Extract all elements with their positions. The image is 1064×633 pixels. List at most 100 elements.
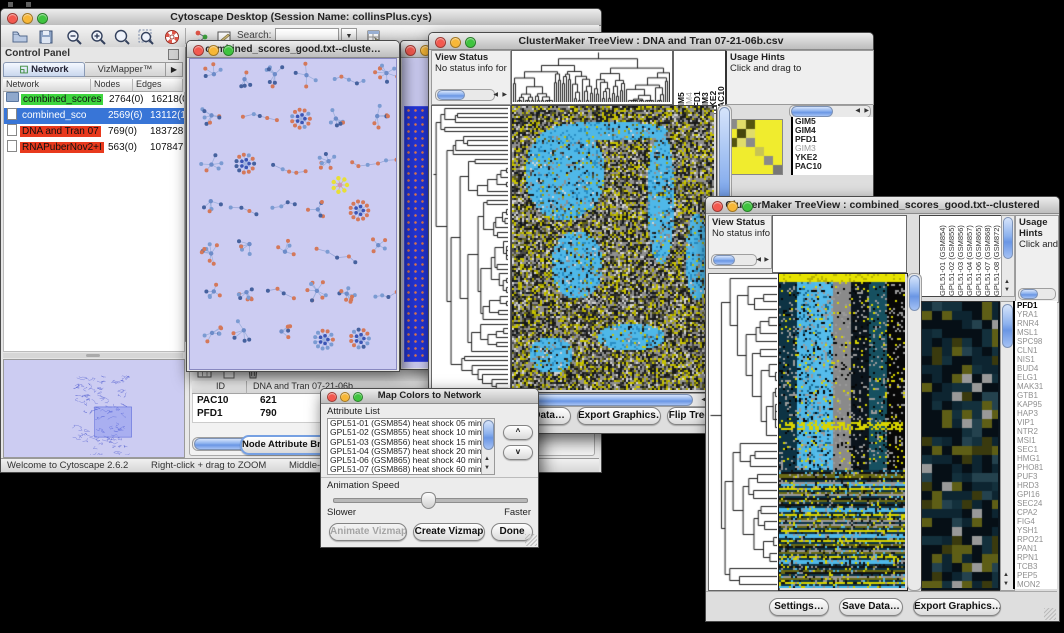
gene-label[interactable]: MON2 — [1017, 580, 1057, 589]
zoom-button[interactable] — [223, 45, 234, 56]
panel-splitter[interactable] — [3, 353, 183, 358]
gene-label[interactable]: SEC1 — [1017, 445, 1057, 454]
tv1-heatmap[interactable] — [511, 105, 717, 393]
tv2-usage-scrollbar[interactable] — [1018, 288, 1056, 300]
gene-label[interactable]: SEC24 — [1017, 499, 1057, 508]
tv2-export-graphics-button[interactable]: Export Graphics… — [913, 598, 1001, 616]
network-list-row[interactable]: combined_scores 2764(0) 16218(0) — [4, 92, 184, 108]
tab-vizmapper[interactable]: VizMapper™ — [85, 62, 166, 77]
gene-label[interactable]: HMG1 — [1017, 454, 1057, 463]
network-overview[interactable] — [3, 359, 185, 458]
gene-label[interactable]: GIM4 — [795, 126, 873, 135]
tv2-status-scrollbar[interactable] — [711, 254, 757, 266]
gene-label[interactable]: YKE2 — [795, 153, 873, 162]
network1-canvas[interactable] — [189, 58, 397, 370]
column-label[interactable]: GPL51-08 (GSM872) — [992, 216, 1001, 296]
network-list-row[interactable]: combined_sco 2569(6) 13112(15) — [4, 108, 184, 124]
column-label[interactable]: GPL51-07 (GSM868) — [983, 216, 992, 296]
close-button[interactable] — [435, 37, 446, 48]
network-list-row[interactable]: RNAPuberNov2+I 563(0) 107847(0) — [4, 140, 184, 156]
tab-overflow-arrow[interactable]: ▶ — [166, 62, 183, 77]
tv1-column-dendrogram[interactable] — [511, 50, 673, 105]
main-titlebar[interactable]: Cytoscape Desktop (Session Name: collins… — [1, 9, 601, 26]
gene-label[interactable]: RPN1 — [1017, 553, 1057, 562]
move-down-button[interactable]: v — [503, 445, 533, 460]
gene-label[interactable]: YRA1 — [1017, 310, 1057, 319]
float-panel-icon[interactable] — [168, 49, 179, 60]
treeview2-titlebar[interactable]: ClusterMaker TreeView : combined_scores_… — [706, 197, 1059, 214]
gene-label[interactable]: ELG1 — [1017, 373, 1057, 382]
help-lifesaver-icon[interactable] — [163, 28, 181, 46]
data-col-id[interactable]: ID — [192, 381, 247, 394]
column-label[interactable]: GIM3 — [700, 51, 708, 113]
save-icon[interactable] — [37, 28, 55, 46]
gene-label[interactable]: HAP3 — [1017, 409, 1057, 418]
gene-label[interactable]: TCB3 — [1017, 562, 1057, 571]
tv2-collabel-scrollbar[interactable]: ▲▼ — [1001, 215, 1015, 297]
gene-label[interactable]: VIP1 — [1017, 418, 1057, 427]
column-label[interactable]: PFD1 — [692, 51, 700, 113]
gene-label[interactable]: PUF3 — [1017, 472, 1057, 481]
gene-label[interactable]: NIS1 — [1017, 355, 1057, 364]
zoom-button[interactable] — [742, 201, 753, 212]
gene-label[interactable]: YSH1 — [1017, 526, 1057, 535]
column-label[interactable]: PAC10 — [716, 51, 724, 113]
column-label[interactable]: GIM5 — [676, 51, 684, 113]
gene-label[interactable]: SPC98 — [1017, 337, 1057, 346]
gene-label[interactable]: PAC10 — [795, 162, 873, 171]
zoom-out-icon[interactable] — [65, 28, 83, 46]
minimize-button[interactable] — [340, 392, 350, 402]
move-up-button[interactable]: ^ — [503, 425, 533, 440]
gene-label[interactable]: GIM3 — [795, 144, 873, 153]
zoom-button[interactable] — [465, 37, 476, 48]
resize-grip[interactable] — [1044, 608, 1056, 620]
zoom-button[interactable] — [37, 13, 48, 24]
zoom-selected-icon[interactable] — [113, 28, 131, 46]
tv2-save-data-button[interactable]: Save Data… — [839, 598, 903, 616]
tv2-vscrollbar[interactable] — [907, 273, 922, 591]
gene-label[interactable]: KAP95 — [1017, 400, 1057, 409]
gene-label[interactable]: FIG4 — [1017, 517, 1057, 526]
gene-label[interactable]: HRD3 — [1017, 481, 1057, 490]
tv1-gene-dendrogram[interactable] — [431, 105, 511, 393]
tab-network[interactable]: ◱ Network — [3, 62, 85, 77]
tv2-column-dendrogram[interactable] — [772, 215, 907, 273]
column-label[interactable]: GPL51-02 (GSM855) — [947, 216, 956, 296]
network1-titlebar[interactable]: combined_scores_good.txt--cluste… — [187, 41, 399, 58]
close-button[interactable] — [193, 45, 204, 56]
tv2-gene-dendrogram[interactable] — [708, 273, 780, 591]
tv1-hscrollbar[interactable]: ◀▶ — [511, 393, 717, 407]
gene-label[interactable]: PAN1 — [1017, 544, 1057, 553]
tv2-zoom-heatmap[interactable] — [921, 301, 1001, 591]
close-button[interactable] — [405, 45, 416, 56]
tv1-export-graphics-button[interactable]: Export Graphics… — [577, 407, 661, 425]
network-list-row[interactable]: DNA and Tran 07 769(0) 183728(0) — [4, 124, 184, 140]
scroll-left-arrow[interactable]: ◀ — [756, 256, 761, 265]
minimize-button[interactable] — [22, 13, 33, 24]
gene-label[interactable]: RPO21 — [1017, 535, 1057, 544]
treeview1-titlebar[interactable]: ClusterMaker TreeView : DNA and Tran 07-… — [429, 33, 873, 50]
col-nodes[interactable]: Nodes — [91, 79, 133, 92]
scroll-right-arrow[interactable]: ▶ — [764, 256, 769, 265]
minimize-button[interactable] — [450, 37, 461, 48]
col-edges[interactable]: Edges — [133, 79, 183, 92]
zoom-button[interactable] — [353, 392, 363, 402]
gene-label[interactable]: GIM5 — [795, 117, 873, 126]
animation-speed-slider-thumb[interactable] — [421, 492, 436, 509]
close-button[interactable] — [7, 13, 18, 24]
gene-label[interactable]: PEP5 — [1017, 571, 1057, 580]
column-label[interactable]: GPL51-01 (GSM854) — [938, 216, 947, 296]
column-label[interactable]: GPL51-06 (GSM865) — [974, 216, 983, 296]
gene-label[interactable]: NTR2 — [1017, 427, 1057, 436]
open-folder-icon[interactable] — [11, 28, 29, 46]
gene-label[interactable]: RNR4 — [1017, 319, 1057, 328]
gene-label[interactable]: GTB1 — [1017, 391, 1057, 400]
resize-grip[interactable] — [525, 534, 537, 546]
gene-label[interactable]: GPI16 — [1017, 490, 1057, 499]
scroll-right-arrow[interactable]: ▶ — [502, 91, 507, 100]
gene-label[interactable]: PHO81 — [1017, 463, 1057, 472]
column-label[interactable]: YKE2 — [708, 51, 716, 113]
animate-vizmap-button[interactable]: Animate Vizmap — [329, 523, 407, 541]
close-button[interactable] — [327, 392, 337, 402]
attribute-list-scrollbar[interactable]: ▲▼ — [481, 419, 494, 474]
